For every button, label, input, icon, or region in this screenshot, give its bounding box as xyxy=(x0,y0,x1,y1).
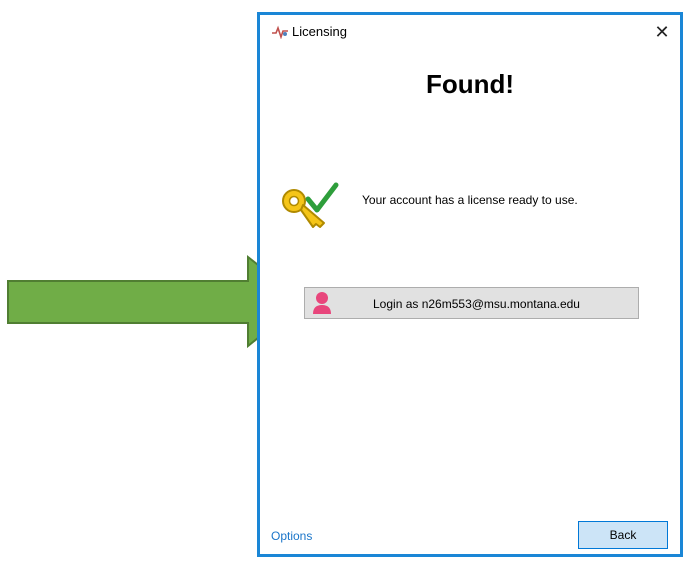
close-button[interactable]: ✕ xyxy=(648,19,676,45)
page-title: Found! xyxy=(425,69,515,99)
user-avatar-icon xyxy=(313,292,331,314)
key-check-icon xyxy=(282,182,339,228)
login-button[interactable]: Login as n26m553@msu.montana.edu xyxy=(304,287,639,319)
back-button[interactable]: Back xyxy=(578,521,668,549)
licensing-app-icon xyxy=(272,25,288,39)
licensing-dialog: Licensing ✕ Found! Your account has a li… xyxy=(257,12,683,557)
title-bar: Licensing ✕ xyxy=(260,15,680,47)
window-title: Licensing xyxy=(292,24,347,39)
license-message: Your account has a license ready to use. xyxy=(362,193,578,207)
login-button-label: Login as n26m553@msu.montana.edu xyxy=(373,297,580,311)
options-link[interactable]: Options xyxy=(271,529,312,543)
